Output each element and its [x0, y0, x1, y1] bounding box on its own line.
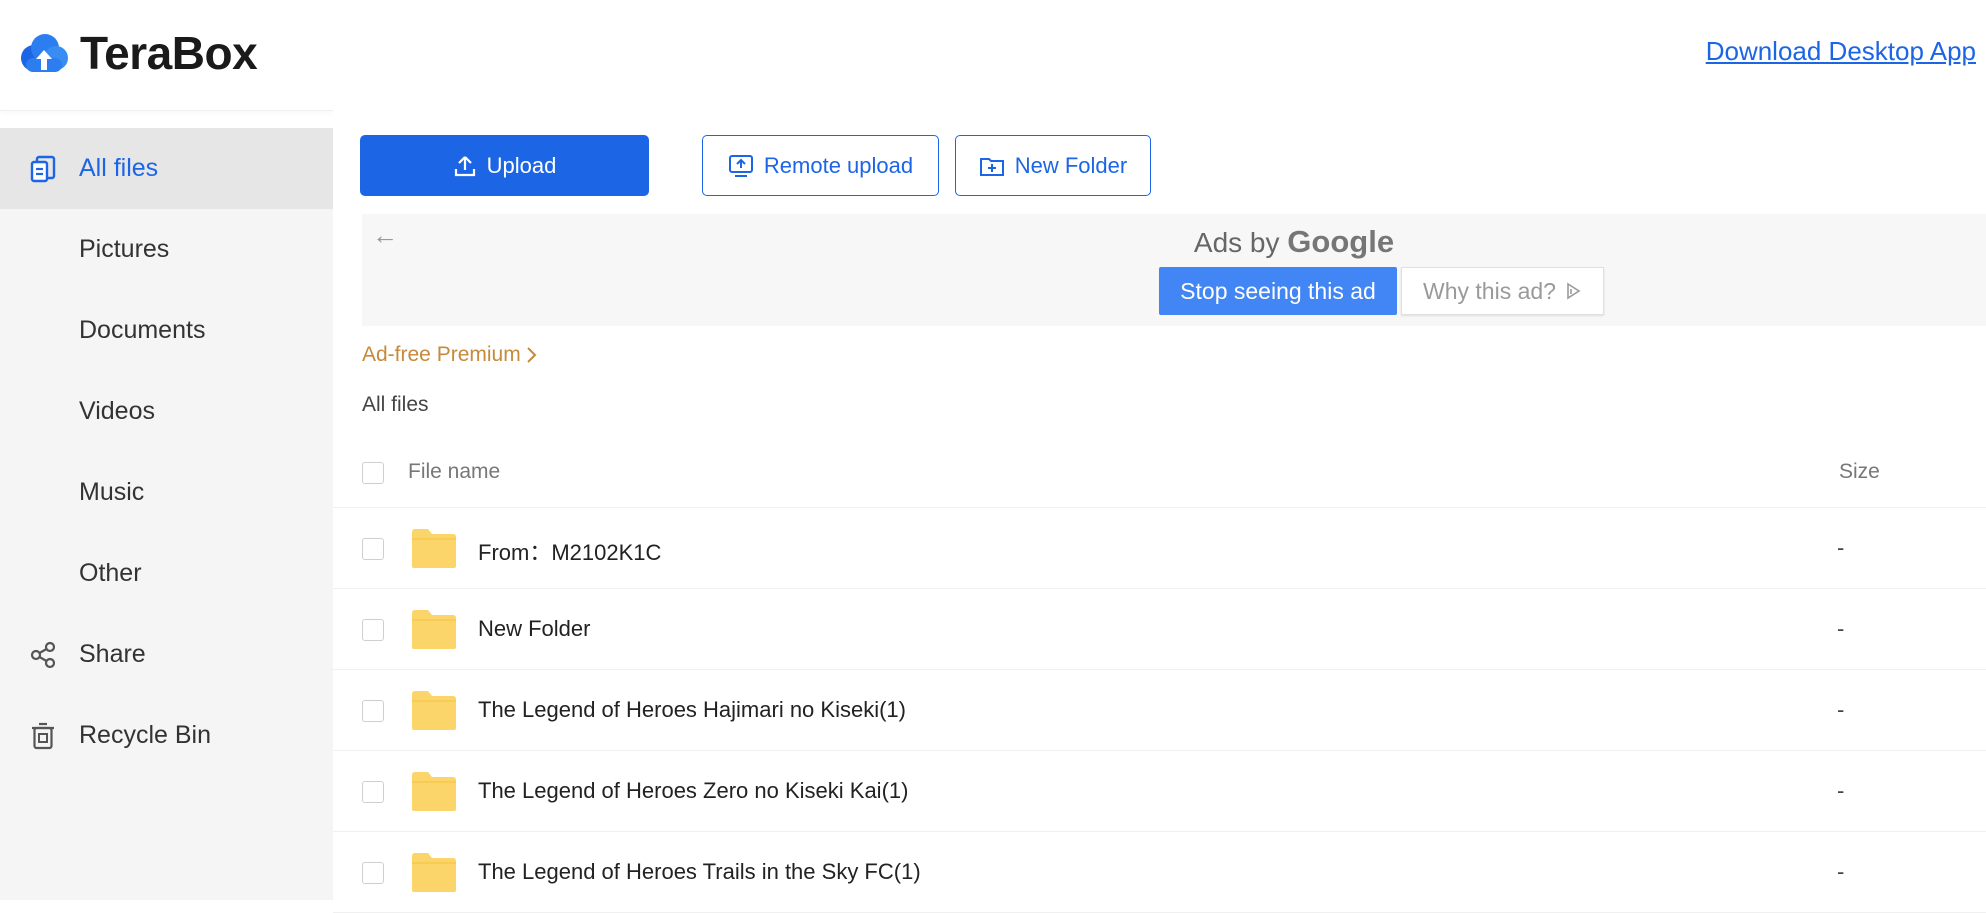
ads-by-google: Ads by Google	[362, 224, 1986, 260]
share-icon	[30, 641, 56, 668]
file-size: -	[1837, 697, 1845, 722]
row-checkbox[interactable]	[362, 538, 384, 560]
adchoices-icon	[1567, 282, 1581, 300]
google-ad-banner: ← Ads by Google Stop seeing this ad Why …	[362, 214, 1986, 326]
table-row[interactable]: The Legend of Heroes Zero no Kiseki Kai(…	[333, 751, 1986, 832]
table-row[interactable]: The Legend of Heroes Trails in the Sky F…	[333, 832, 1986, 913]
upload-button[interactable]: Upload	[360, 135, 649, 196]
file-size: -	[1837, 859, 1845, 884]
file-name[interactable]: The Legend of Heroes Trails in the Sky F…	[478, 859, 921, 885]
upload-button-label: Upload	[486, 152, 557, 178]
sidebar-item-label: Other	[79, 559, 142, 587]
table-row[interactable]: The Legend of Heroes Hajimari no Kiseki(…	[333, 670, 1986, 751]
file-size: -	[1837, 535, 1845, 560]
file-name[interactable]: New Folder	[478, 616, 590, 642]
file-name[interactable]: The Legend of Heroes Zero no Kiseki Kai(…	[478, 778, 908, 804]
table-row[interactable]: From：M2102K1C -	[333, 508, 1986, 589]
main-content: Upload Remote upload New Folder ← Ads by…	[333, 110, 1986, 913]
sidebar-item-documents[interactable]: Documents	[0, 290, 333, 371]
remote-upload-button[interactable]: Remote upload	[702, 135, 939, 196]
sidebar-item-label: Pictures	[79, 235, 170, 263]
google-text: Google	[1287, 224, 1395, 259]
sidebar-item-music[interactable]: Music	[0, 452, 333, 533]
new-folder-button[interactable]: New Folder	[955, 135, 1151, 196]
terabox-logo[interactable]: TeraBox	[18, 26, 258, 80]
remote-upload-icon	[728, 154, 753, 177]
row-checkbox[interactable]	[362, 700, 384, 722]
sidebar-item-recycle-bin[interactable]: Recycle Bin	[0, 695, 333, 776]
ad-free-premium-link[interactable]: Ad-free Premium	[362, 343, 539, 367]
select-all-checkbox[interactable]	[362, 462, 384, 484]
sidebar-item-other[interactable]: Other	[0, 533, 333, 614]
file-name[interactable]: From：M2102K1C	[478, 535, 661, 567]
file-size: -	[1837, 778, 1845, 803]
sidebar-item-pictures[interactable]: Pictures	[0, 209, 333, 290]
download-desktop-app-link[interactable]: Download Desktop App	[1706, 36, 1976, 67]
file-table-header: File name Size	[333, 437, 1986, 508]
sidebar-item-label: Documents	[79, 316, 206, 344]
app-header: TeraBox Download Desktop App	[0, 0, 1986, 111]
trash-icon	[32, 722, 54, 749]
breadcrumb: All files	[362, 393, 429, 416]
why-this-ad-label: Why this ad?	[1423, 277, 1556, 304]
column-header-file-name[interactable]: File name	[408, 460, 500, 484]
table-row[interactable]: New Folder -	[333, 589, 1986, 670]
file-size: -	[1837, 616, 1845, 641]
brand-name: TeraBox	[80, 27, 258, 79]
row-checkbox[interactable]	[362, 781, 384, 803]
sidebar-item-share[interactable]: Share	[0, 614, 333, 695]
sidebar-item-label: Music	[79, 478, 145, 506]
folder-icon	[412, 853, 456, 892]
upload-icon	[454, 155, 475, 176]
all-files-icon	[30, 155, 56, 182]
file-name[interactable]: The Legend of Heroes Hajimari no Kiseki(…	[478, 697, 906, 723]
cloud-upload-icon	[21, 34, 68, 72]
sidebar-item-all-files[interactable]: All files	[0, 128, 333, 209]
folder-icon	[412, 529, 456, 568]
column-header-size[interactable]: Size	[1839, 460, 1880, 484]
sidebar-item-label: Share	[79, 640, 146, 668]
sidebar-item-label: Recycle Bin	[79, 721, 211, 749]
sidebar: All files Pictures Documents Videos Musi…	[0, 128, 333, 900]
folder-icon	[412, 772, 456, 811]
remote-upload-label: Remote upload	[763, 152, 914, 178]
sidebar-item-videos[interactable]: Videos	[0, 371, 333, 452]
ads-by-text: Ads by	[1193, 227, 1288, 258]
sidebar-item-label: All files	[79, 154, 159, 182]
why-this-ad-button[interactable]: Why this ad?	[1401, 267, 1604, 315]
folder-icon	[412, 610, 456, 649]
stop-seeing-ad-button[interactable]: Stop seeing this ad	[1159, 267, 1397, 315]
chevron-right-icon	[527, 347, 537, 363]
sidebar-item-label: Videos	[79, 397, 155, 425]
premium-label: Ad-free Premium	[362, 343, 521, 366]
row-checkbox[interactable]	[362, 619, 384, 641]
row-checkbox[interactable]	[362, 862, 384, 884]
new-folder-icon	[979, 157, 1004, 176]
new-folder-label: New Folder	[1014, 152, 1128, 178]
folder-icon	[412, 691, 456, 730]
